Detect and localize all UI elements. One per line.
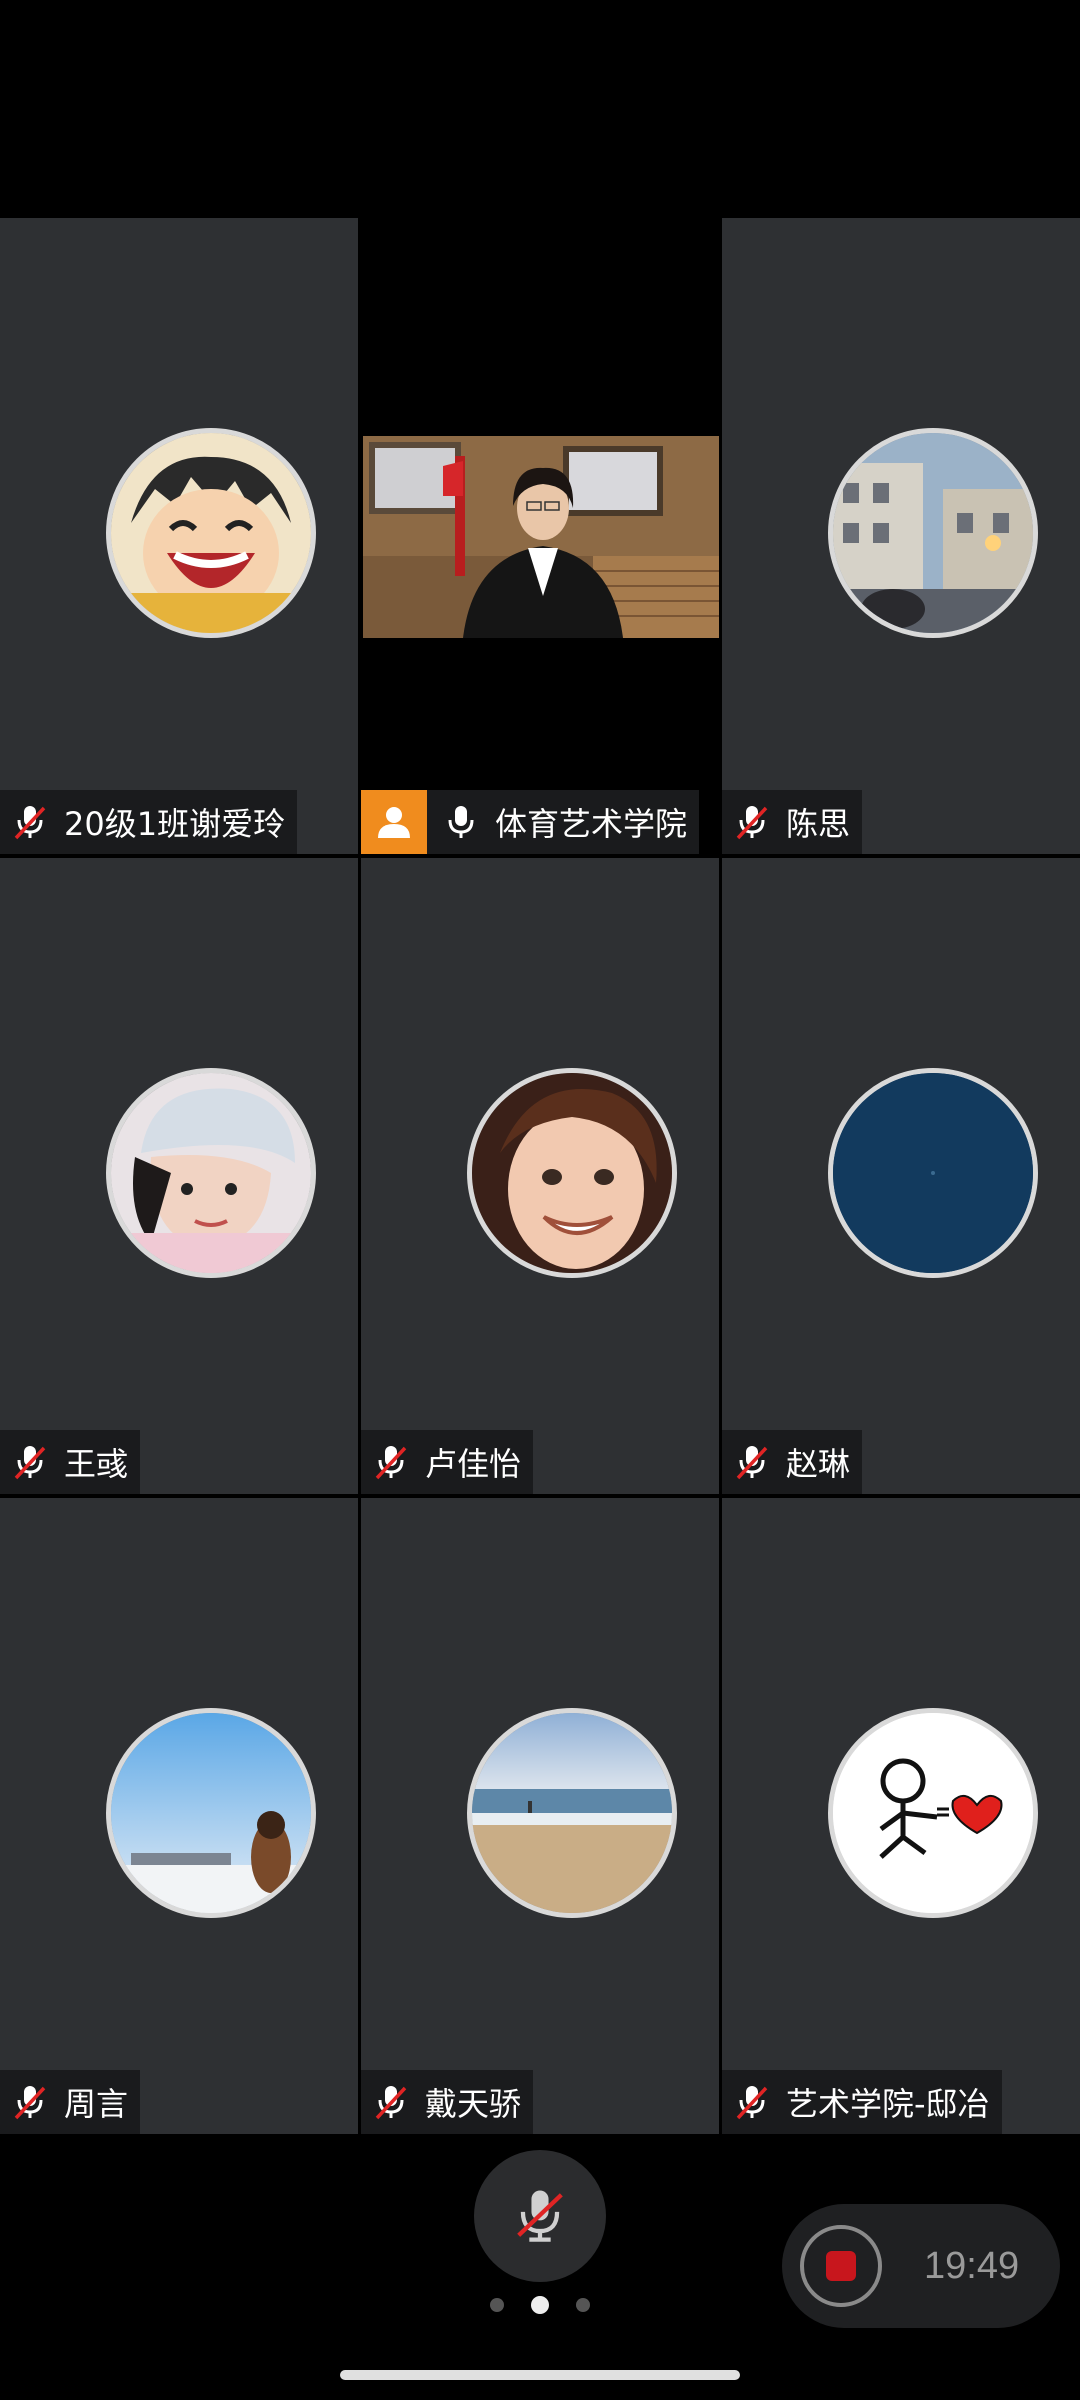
participant-tile[interactable]: 戴天骄 xyxy=(361,1498,719,2134)
participant-name: 戴天骄 xyxy=(425,2085,522,2123)
record-stop-button[interactable] xyxy=(800,2225,882,2307)
host-video-tile[interactable]: 体育艺术学院 xyxy=(361,218,719,854)
participant-tile[interactable]: 艺术学院-邸冶 xyxy=(722,1498,1080,2134)
mic-muted-icon xyxy=(508,2182,572,2250)
stick-figure-heart-avatar xyxy=(828,1708,1038,1918)
mute-toggle-button[interactable] xyxy=(474,2150,606,2282)
participant-name: 20级1班谢爱玲 xyxy=(64,805,286,843)
participant-tile[interactable]: 王彧 xyxy=(0,858,358,1494)
mic-muted-icon xyxy=(371,1442,411,1482)
participant-nameplate: 赵琳 xyxy=(722,1430,863,1494)
participant-nameplate: 艺术学院-邸冶 xyxy=(722,2070,1002,2134)
participant-nameplate: 体育艺术学院 xyxy=(361,790,700,854)
street-photo-avatar xyxy=(828,428,1038,638)
participant-name: 体育艺术学院 xyxy=(495,805,688,843)
participant-grid: 20级1班谢爱玲 体育艺术学院 陈思 王彧 卢佳怡 赵琳 周言 戴天骄 艺术学院… xyxy=(0,218,1080,2134)
participant-name: 艺术学院-邸冶 xyxy=(786,2085,990,2123)
recording-indicator[interactable]: 19:49 xyxy=(782,2204,1060,2328)
mic-muted-icon xyxy=(371,2082,411,2122)
mic-muted-icon xyxy=(10,1442,50,1482)
page-indicator xyxy=(490,2296,590,2314)
participant-name: 赵琳 xyxy=(786,1445,851,1483)
participant-name: 王彧 xyxy=(64,1445,129,1483)
participant-nameplate: 陈思 xyxy=(722,790,863,854)
participant-nameplate: 20级1班谢爱玲 xyxy=(0,790,298,854)
participant-name: 周言 xyxy=(64,2085,129,2123)
mic-active-icon xyxy=(441,802,481,842)
anime-boy-avatar xyxy=(106,428,316,638)
participant-tile[interactable]: 陈思 xyxy=(722,218,1080,854)
participant-nameplate: 卢佳怡 xyxy=(361,1430,534,1494)
participant-tile[interactable]: 周言 xyxy=(0,1498,358,2134)
mic-muted-icon xyxy=(10,2082,50,2122)
mic-muted-icon xyxy=(732,2082,772,2122)
mic-muted-icon xyxy=(732,1442,772,1482)
home-indicator[interactable] xyxy=(340,2370,740,2380)
host-video-feed xyxy=(363,436,719,638)
participant-tile[interactable]: 赵琳 xyxy=(722,858,1080,1494)
participant-nameplate: 周言 xyxy=(0,2070,141,2134)
mic-muted-icon xyxy=(10,802,50,842)
stop-icon xyxy=(826,2251,856,2281)
recording-timer: 19:49 xyxy=(924,2244,1020,2287)
participant-name: 卢佳怡 xyxy=(425,1445,522,1483)
page-dot-active[interactable] xyxy=(531,2296,549,2314)
participant-tile[interactable]: 20级1班谢爱玲 xyxy=(0,218,358,854)
sea-shore-avatar xyxy=(467,1708,677,1918)
beach-person-avatar xyxy=(106,1708,316,1918)
page-dot[interactable] xyxy=(490,2298,504,2312)
girl-hat-avatar xyxy=(106,1068,316,1278)
participant-name: 陈思 xyxy=(786,805,851,843)
child-smile-avatar xyxy=(467,1068,677,1278)
dark-blue-avatar xyxy=(828,1068,1038,1278)
mic-muted-icon xyxy=(732,802,772,842)
participant-tile[interactable]: 卢佳怡 xyxy=(361,858,719,1494)
page-dot[interactable] xyxy=(576,2298,590,2312)
participant-nameplate: 王彧 xyxy=(0,1430,141,1494)
host-badge-icon xyxy=(361,790,427,854)
participant-nameplate: 戴天骄 xyxy=(361,2070,534,2134)
